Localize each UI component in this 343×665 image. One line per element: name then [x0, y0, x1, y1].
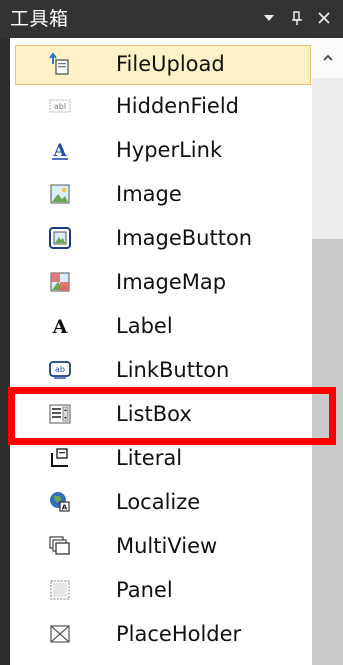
- panel-icon: [48, 578, 72, 602]
- toolbox-item-imagebutton[interactable]: ImageButton: [10, 217, 311, 261]
- toolbox-item-literal[interactable]: Literal: [10, 437, 311, 481]
- file-upload-icon: [48, 52, 72, 76]
- toolbox-item-label: Literal: [116, 446, 183, 470]
- image-map-icon: [48, 270, 72, 294]
- toolbox-item-imagemap[interactable]: ImageMap: [10, 261, 311, 305]
- image-icon: [48, 182, 72, 206]
- toolbox-item-label: LinkButton: [116, 358, 230, 382]
- scroll-thumb[interactable]: [312, 239, 343, 665]
- toolbox-item-linkbutton[interactable]: ab LinkButton: [10, 349, 311, 393]
- svg-text:A: A: [52, 141, 67, 161]
- toolbox-item-listbox[interactable]: ListBox: [10, 393, 311, 437]
- toolbox-item-label: HyperLink: [116, 138, 223, 162]
- placeholder-icon: [48, 622, 72, 646]
- localize-icon: A: [48, 490, 72, 514]
- toolbox-item-multiview[interactable]: MultiView: [10, 525, 311, 569]
- link-button-icon: ab: [48, 358, 72, 382]
- toolbox-item-label: ImageMap: [116, 270, 227, 294]
- scroll-up-button[interactable]: [312, 38, 343, 78]
- image-button-icon: [48, 226, 72, 250]
- toolbox-item-label-text: Label: [116, 314, 173, 338]
- hyperlink-icon: A: [48, 138, 72, 162]
- hidden-field-icon: abl: [48, 94, 72, 118]
- svg-text:A: A: [62, 504, 68, 512]
- toolbox-item-label: Image: [116, 182, 182, 206]
- multiview-icon: [48, 534, 72, 558]
- toolbox-item-placeholder[interactable]: PlaceHolder: [10, 613, 311, 657]
- toolbox-item-label: Panel: [116, 578, 173, 602]
- toolbox-window: 工具箱 FileUpload abl HiddenField A HyperLi…: [0, 0, 343, 665]
- dropdown-arrow-icon[interactable]: [257, 6, 281, 30]
- title-bar: 工具箱: [0, 0, 343, 38]
- toolbox-item-label: MultiView: [116, 534, 218, 558]
- toolbox-item-label: PlaceHolder: [116, 622, 242, 646]
- pin-icon[interactable]: [285, 6, 309, 30]
- toolbox-item-label[interactable]: A Label: [10, 305, 311, 349]
- svg-text:A: A: [52, 316, 68, 338]
- toolbox-item-image[interactable]: Image: [10, 173, 311, 217]
- close-icon[interactable]: [312, 6, 336, 30]
- toolbox-item-hyperlink[interactable]: A HyperLink: [10, 129, 311, 173]
- literal-icon: [48, 446, 72, 470]
- chevron-up-icon: [322, 54, 333, 61]
- toolbox-item-hiddenfield[interactable]: abl HiddenField: [10, 85, 311, 129]
- toolbox-item-localize[interactable]: A Localize: [10, 481, 311, 525]
- toolbox-list: FileUpload abl HiddenField A HyperLink I…: [10, 45, 311, 657]
- svg-text:abl: abl: [54, 102, 66, 111]
- svg-text:ab: ab: [55, 365, 65, 374]
- toolbox-item-fileupload[interactable]: FileUpload: [15, 45, 311, 85]
- label-icon: A: [48, 314, 72, 338]
- vertical-scrollbar[interactable]: [312, 38, 343, 665]
- toolbox-item-label: ImageButton: [116, 226, 253, 250]
- toolbox-item-panel[interactable]: Panel: [10, 569, 311, 613]
- toolbox-item-label: Localize: [116, 490, 201, 514]
- toolbox-item-label: ListBox: [116, 402, 192, 426]
- toolbox-content: FileUpload abl HiddenField A HyperLink I…: [10, 38, 343, 665]
- toolbox-item-label: HiddenField: [116, 94, 239, 118]
- list-box-icon: [48, 402, 72, 426]
- toolbox-item-label: FileUpload: [116, 52, 225, 76]
- window-title: 工具箱: [10, 8, 69, 30]
